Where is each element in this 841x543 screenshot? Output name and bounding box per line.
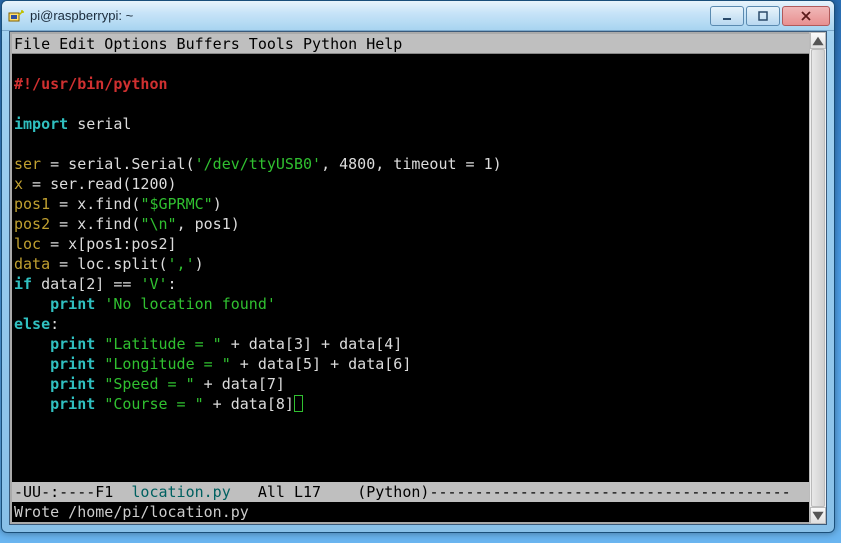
minimize-button[interactable] bbox=[710, 6, 744, 26]
titlebar[interactable]: pi@raspberrypi: ~ bbox=[2, 1, 834, 31]
scrollbar-thumb[interactable] bbox=[811, 49, 825, 507]
code-shebang: #!/usr/bin/python bbox=[14, 75, 168, 93]
text-cursor bbox=[294, 395, 303, 412]
close-button[interactable] bbox=[782, 6, 830, 26]
putty-icon bbox=[8, 8, 24, 24]
terminal-window: pi@raspberrypi: ~ File Edit Options Buff… bbox=[1, 0, 835, 533]
window-title: pi@raspberrypi: ~ bbox=[30, 8, 710, 23]
scrollbar-track[interactable] bbox=[810, 49, 826, 507]
scroll-up-button[interactable] bbox=[810, 32, 826, 49]
emacs-modeline[interactable]: -UU-:----F1 location.py All L17 (Python)… bbox=[12, 482, 809, 502]
maximize-button[interactable] bbox=[746, 6, 780, 26]
vertical-scrollbar[interactable] bbox=[809, 32, 826, 524]
emacs-minibuffer[interactable]: Wrote /home/pi/location.py bbox=[12, 502, 809, 522]
window-controls bbox=[710, 6, 830, 26]
emacs-menubar[interactable]: File Edit Options Buffers Tools Python H… bbox=[12, 34, 809, 54]
scroll-down-button[interactable] bbox=[810, 507, 826, 524]
editor-area[interactable]: #!/usr/bin/python import serial ser = se… bbox=[12, 54, 809, 414]
emacs-terminal[interactable]: File Edit Options Buffers Tools Python H… bbox=[10, 32, 809, 524]
client-area: File Edit Options Buffers Tools Python H… bbox=[9, 31, 827, 525]
